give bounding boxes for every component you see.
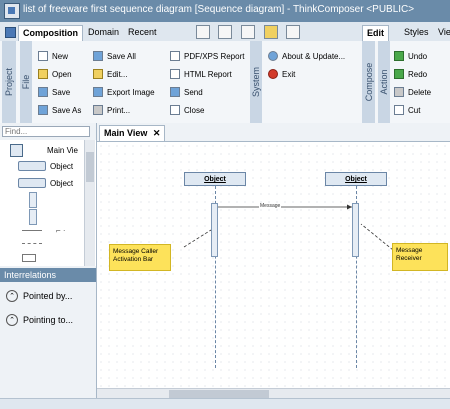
note-link-right — [360, 223, 394, 251]
quick-save-icon[interactable] — [241, 25, 255, 39]
quick-open-icon[interactable] — [218, 25, 232, 39]
window-title: list of freeware first sequence diagram … — [23, 4, 415, 15]
group-action: Action — [378, 41, 390, 123]
group-compose: Compose — [362, 41, 375, 123]
tab-recent[interactable]: Recent — [124, 25, 161, 41]
palette-scrollbar[interactable] — [84, 140, 95, 266]
tab-composition[interactable]: Composition — [18, 25, 83, 41]
tab-main-view[interactable]: Main View ✕ — [99, 125, 166, 141]
new-icon — [38, 51, 48, 61]
note-caller[interactable]: Message Caller Activation Bar — [109, 244, 171, 271]
pdf-xps-report-button[interactable]: PDF/XPS Report — [170, 49, 244, 63]
palette-object-1[interactable]: Object — [18, 160, 73, 172]
document-tab-bar: Main View ✕ — [97, 123, 450, 142]
group-project: Project — [2, 41, 16, 123]
print-icon — [93, 105, 103, 115]
pointed-by-button[interactable]: ⌃ Pointed by... — [6, 289, 72, 303]
save-as-button[interactable]: Save As — [38, 103, 81, 117]
horizontal-scroll-thumb[interactable] — [169, 390, 269, 398]
tab-styles[interactable]: Styles — [400, 25, 433, 41]
exit-button[interactable]: Exit — [268, 67, 295, 81]
quick-new-icon[interactable] — [196, 25, 210, 39]
redo-button[interactable]: Redo — [394, 67, 427, 81]
save-button[interactable]: Save — [38, 85, 70, 99]
left-panel: Main Vie Object Object ⌐ · Interrelation… — [0, 123, 97, 408]
scissors-icon — [394, 105, 404, 115]
message-arrow-icon[interactable] — [22, 230, 42, 231]
pointing-to-button[interactable]: ⌃ Pointing to... — [6, 313, 73, 327]
html-report-icon — [170, 69, 180, 79]
delete-icon — [394, 87, 404, 97]
power-icon — [268, 69, 278, 79]
app-menu-button[interactable] — [2, 25, 18, 41]
group-system: System — [250, 41, 262, 123]
close-icon[interactable]: ✕ — [153, 128, 161, 138]
palette-object-2[interactable]: Object — [18, 177, 73, 189]
save-all-icon — [93, 51, 103, 61]
open-button[interactable]: Open — [38, 67, 72, 81]
undo-icon — [394, 51, 404, 61]
redo-icon — [394, 69, 404, 79]
pointer-icon — [10, 143, 23, 157]
quick-print-icon[interactable] — [286, 25, 300, 39]
diagram-canvas[interactable]: Object Object Message Message Caller Act… — [97, 142, 450, 388]
tab-edit[interactable]: Edit — [362, 25, 389, 41]
palette: Main Vie Object Object ⌐ · — [0, 140, 96, 266]
open-icon — [38, 69, 48, 79]
print-button[interactable]: Print... — [93, 103, 130, 117]
activation-bar-icon[interactable] — [29, 192, 37, 208]
note-receiver[interactable]: Message Receiver — [392, 243, 448, 271]
undo-button[interactable]: Undo — [394, 49, 427, 63]
save-icon — [38, 87, 48, 97]
app-icon — [4, 3, 20, 19]
export-image-button[interactable]: Export Image — [93, 85, 155, 99]
edit-icon — [93, 69, 103, 79]
note-link-left — [183, 229, 212, 248]
message-arrowhead — [347, 204, 352, 210]
tab-domain[interactable]: Domain — [84, 25, 123, 41]
status-bar — [0, 398, 450, 409]
ribbon-tab-row: Composition Domain Recent Edit Styles Vi… — [0, 22, 450, 42]
palette-scroll-thumb[interactable] — [86, 152, 94, 182]
interrelations-header: Interrelations — [0, 268, 96, 282]
message-label: Message — [259, 203, 282, 209]
app-menu-icon — [5, 27, 16, 38]
edit-button[interactable]: Edit... — [93, 67, 127, 81]
frame-icon[interactable] — [22, 254, 36, 262]
html-report-button[interactable]: HTML Report — [170, 67, 232, 81]
ribbon: Project File New Open Save Save As Save … — [0, 41, 450, 124]
close-doc-icon — [170, 105, 180, 115]
pdf-report-icon — [170, 51, 180, 61]
save-as-icon — [38, 105, 48, 115]
info-icon — [268, 51, 278, 61]
delete-button[interactable]: Delete — [394, 85, 431, 99]
self-message-icon[interactable]: ⌐ · — [56, 226, 66, 235]
close-button[interactable]: Close — [170, 103, 204, 117]
return-arrow-icon[interactable] — [22, 243, 42, 244]
save-all-button[interactable]: Save All — [93, 49, 136, 63]
about-update-button[interactable]: About & Update... — [268, 49, 345, 63]
tab-view[interactable]: Vie — [434, 25, 450, 41]
cut-button[interactable]: Cut — [394, 103, 420, 117]
find-input[interactable] — [2, 126, 90, 137]
group-file: File — [20, 41, 32, 123]
export-image-icon — [93, 87, 103, 97]
object-shape-icon — [18, 161, 46, 171]
new-button[interactable]: New — [38, 49, 68, 63]
send-button[interactable]: Send — [170, 85, 203, 99]
send-icon — [170, 87, 180, 97]
activation-bar-icon[interactable] — [29, 209, 37, 225]
chevron-up-icon: ⌃ — [6, 290, 18, 302]
title-bar: list of freeware first sequence diagram … — [0, 0, 450, 22]
chevron-up-icon: ⌃ — [6, 314, 18, 326]
object-shape-icon — [18, 178, 46, 188]
quick-edit-icon[interactable] — [264, 25, 278, 39]
palette-main-view[interactable]: Main Vie — [10, 143, 78, 157]
